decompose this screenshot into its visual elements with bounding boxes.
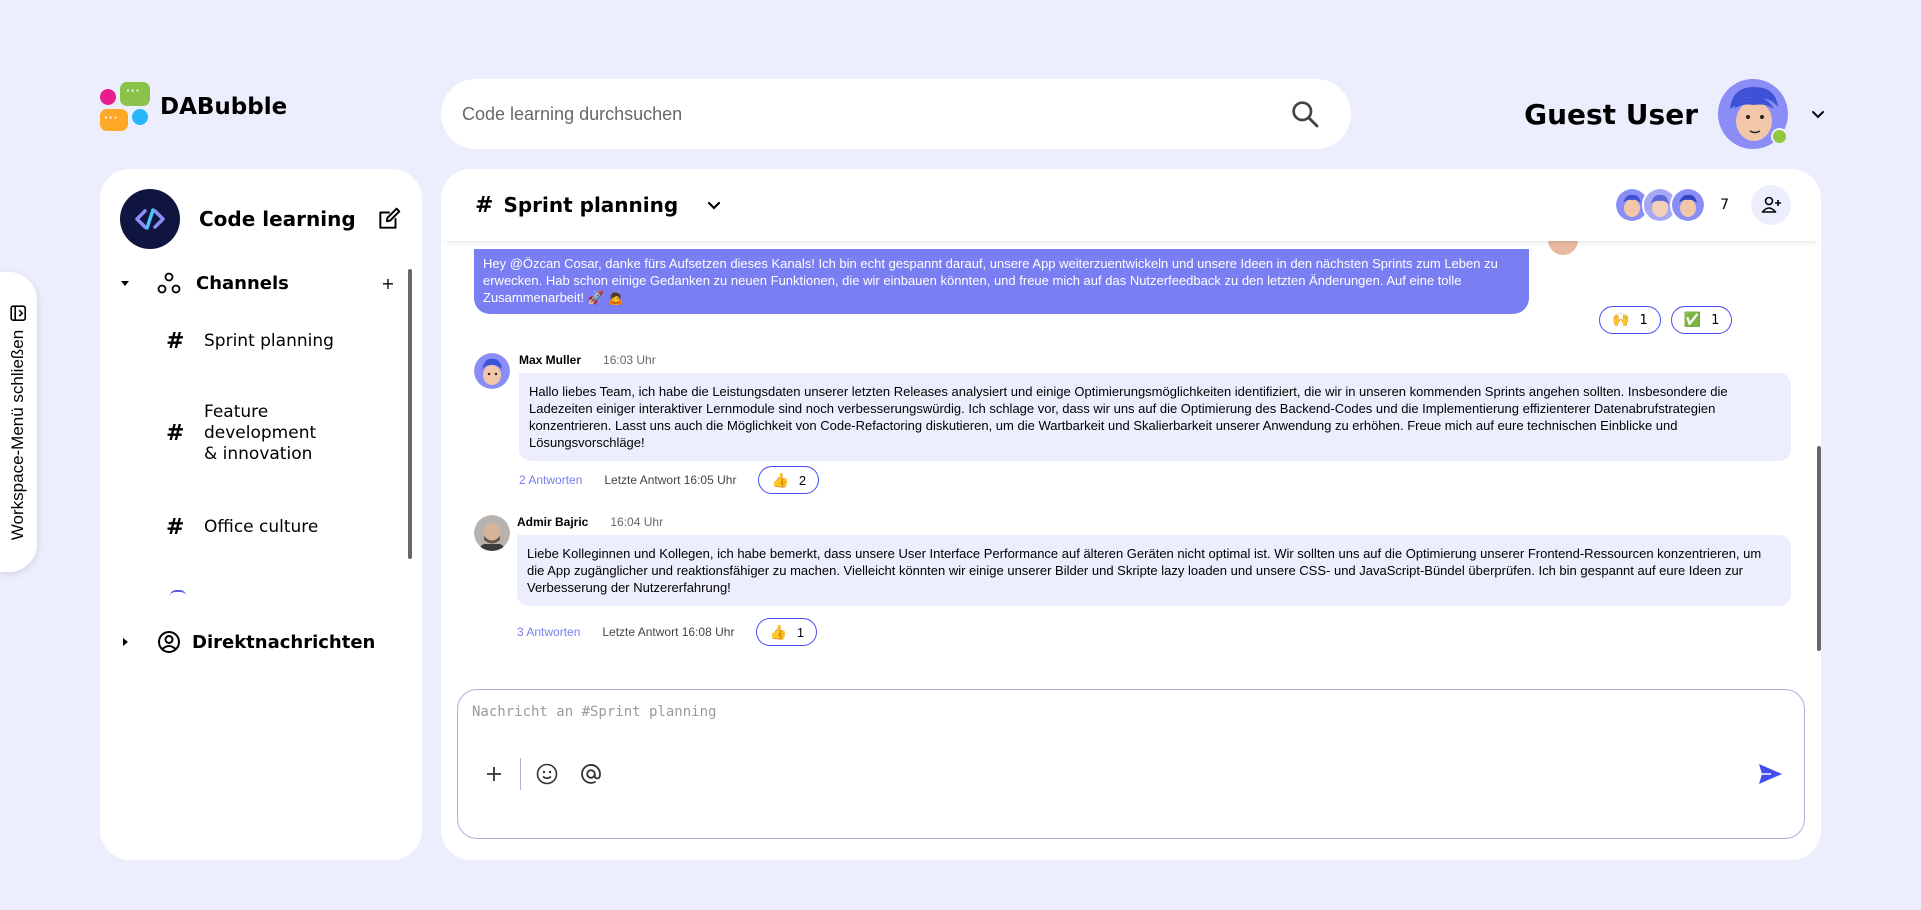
message-thread-info: 2 Antworten Letzte Antwort 16:05 Uhr 👍 2 <box>519 466 820 494</box>
workspace-menu-toggle-label: Workspace-Menü schließen <box>8 329 28 541</box>
toolbar-divider <box>520 758 521 790</box>
search-input[interactable] <box>462 103 1289 125</box>
message-list-scrollbar[interactable] <box>1817 446 1821 651</box>
message-time: 16:04 Uhr <box>610 515 664 529</box>
workspace-header: Code learning <box>120 189 402 249</box>
check-mark-emoji: ✅ <box>1683 312 1702 328</box>
channel-title-button[interactable]: # Sprint planning <box>475 193 724 218</box>
at-sign-icon <box>579 762 603 786</box>
collapse-menu-icon <box>10 304 28 322</box>
reaction-chip[interactable]: 👍 2 <box>758 466 820 494</box>
loading-indicator <box>170 590 186 596</box>
sidebar-scrollbar[interactable] <box>408 269 412 559</box>
reaction-count: 1 <box>1639 312 1648 328</box>
app-logo[interactable]: ··· ··· DABubble <box>100 82 287 132</box>
own-message-bubble: Hey @Özcan Cosar, danke fürs Aufsetzen d… <box>474 249 1529 314</box>
thumbs-up-emoji: 👍 <box>769 623 787 640</box>
user-avatar[interactable] <box>1718 79 1788 149</box>
send-icon <box>1756 760 1784 788</box>
reaction-count: 2 <box>798 472 807 488</box>
composer-toolbar <box>480 758 605 790</box>
last-reply-time: Letzte Antwort 16:08 Uhr <box>602 625 735 639</box>
channel-label: Sprint planning <box>204 331 334 351</box>
user-name: Guest User <box>1524 97 1698 131</box>
own-message-reactions: 🙌 1 ✅ 1 <box>1599 306 1733 334</box>
caret-right-icon[interactable] <box>118 635 132 649</box>
send-button[interactable] <box>1756 760 1784 788</box>
workspace-title: Code learning <box>199 207 356 231</box>
message-composer <box>457 689 1805 839</box>
replies-link[interactable]: 2 Antworten <box>519 473 582 487</box>
account-circle-icon <box>132 629 182 655</box>
message-item: Max Muller 16:03 Uhr Hallo liebes Team, … <box>474 353 1791 494</box>
add-attachment-button[interactable] <box>480 760 508 788</box>
message-text: Hallo liebes Team, ich habe die Leistung… <box>519 373 1791 461</box>
channel-members-button[interactable]: 7 <box>1614 185 1791 225</box>
channels-icon <box>132 270 182 296</box>
channel-panel: # Sprint planning 7 Hey @Özcan Cosar, da… <box>441 169 1821 860</box>
reaction-chip[interactable]: 🙌 1 <box>1599 306 1661 334</box>
channel-label: Office culture <box>204 517 319 537</box>
message-author[interactable]: Max Muller <box>519 353 581 367</box>
sidebar-item-feature-development[interactable]: # Feature development & innovation <box>166 402 366 465</box>
message-meta: Max Muller 16:03 Uhr <box>519 353 656 367</box>
member-count: 7 <box>1720 197 1729 213</box>
add-member-button[interactable] <box>1751 185 1791 225</box>
edit-square-icon[interactable] <box>376 206 402 232</box>
search-icon[interactable] <box>1289 98 1321 130</box>
app-name: DABubble <box>160 94 288 120</box>
plus-icon <box>485 765 503 783</box>
chevron-down-icon[interactable] <box>1808 104 1828 124</box>
emoji-button[interactable] <box>533 760 561 788</box>
member-avatar <box>1670 187 1707 223</box>
reaction-count: 1 <box>796 624 805 640</box>
caret-down-icon[interactable] <box>118 276 132 290</box>
direct-messages-label: Direktnachrichten <box>192 631 376 653</box>
workspace-sidebar: Code learning Channels + # Sprint planni… <box>100 169 422 860</box>
own-message-avatar <box>1548 241 1578 255</box>
hash-icon: # <box>475 192 494 218</box>
message-item: Admir Bajric 16:04 Uhr Liebe Kolleginnen… <box>474 515 1791 646</box>
person-add-icon <box>1760 194 1782 216</box>
author-avatar[interactable] <box>474 515 510 551</box>
channel-title: Sprint planning <box>503 193 679 217</box>
user-menu[interactable]: Guest User <box>1524 79 1828 149</box>
message-author[interactable]: Admir Bajric <box>517 515 588 529</box>
author-avatar[interactable] <box>474 353 510 389</box>
workspace-logo-icon <box>120 189 180 249</box>
last-reply-time: Letzte Antwort 16:05 Uhr <box>604 473 737 487</box>
hash-icon: # <box>166 515 185 540</box>
reaction-chip[interactable]: ✅ 1 <box>1670 306 1733 334</box>
channels-section-header[interactable]: Channels + <box>118 270 398 296</box>
sidebar-item-sprint-planning[interactable]: # Sprint planning <box>166 329 366 354</box>
workspace-menu-toggle[interactable]: Workspace-Menü schließen <box>0 272 37 572</box>
add-channel-button[interactable]: + <box>378 274 398 293</box>
message-list: Hey @Özcan Cosar, danke fürs Aufsetzen d… <box>441 241 1821 649</box>
direct-messages-section-header[interactable]: Direktnachrichten <box>118 629 398 655</box>
online-status-indicator <box>1771 128 1788 145</box>
smiley-icon <box>535 762 559 786</box>
channel-label: Feature development & innovation <box>204 402 317 464</box>
search-bar[interactable] <box>441 79 1351 149</box>
dabubble-logo-icon: ··· ··· <box>100 82 150 132</box>
hash-icon: # <box>166 421 185 446</box>
message-thread-info: 3 Antworten Letzte Antwort 16:08 Uhr 👍 1 <box>517 618 818 646</box>
mention-button[interactable] <box>577 760 605 788</box>
message-time: 16:03 Uhr <box>603 353 656 367</box>
channels-label: Channels <box>196 272 289 294</box>
message-input[interactable] <box>472 704 1672 734</box>
channel-header: # Sprint planning 7 <box>441 169 1821 241</box>
reaction-chip[interactable]: 👍 1 <box>756 618 818 646</box>
reaction-count: 1 <box>1711 312 1720 328</box>
raised-hands-emoji: 🙌 <box>1612 312 1630 328</box>
hash-icon: # <box>166 329 185 354</box>
thumbs-up-emoji: 👍 <box>771 471 789 488</box>
message-text: Liebe Kolleginnen und Kollegen, ich habe… <box>517 535 1791 606</box>
sidebar-item-office-culture[interactable]: # Office culture <box>166 515 366 540</box>
message-meta: Admir Bajric 16:04 Uhr <box>517 515 663 529</box>
replies-link[interactable]: 3 Antworten <box>517 625 580 639</box>
chevron-down-icon <box>688 195 724 215</box>
